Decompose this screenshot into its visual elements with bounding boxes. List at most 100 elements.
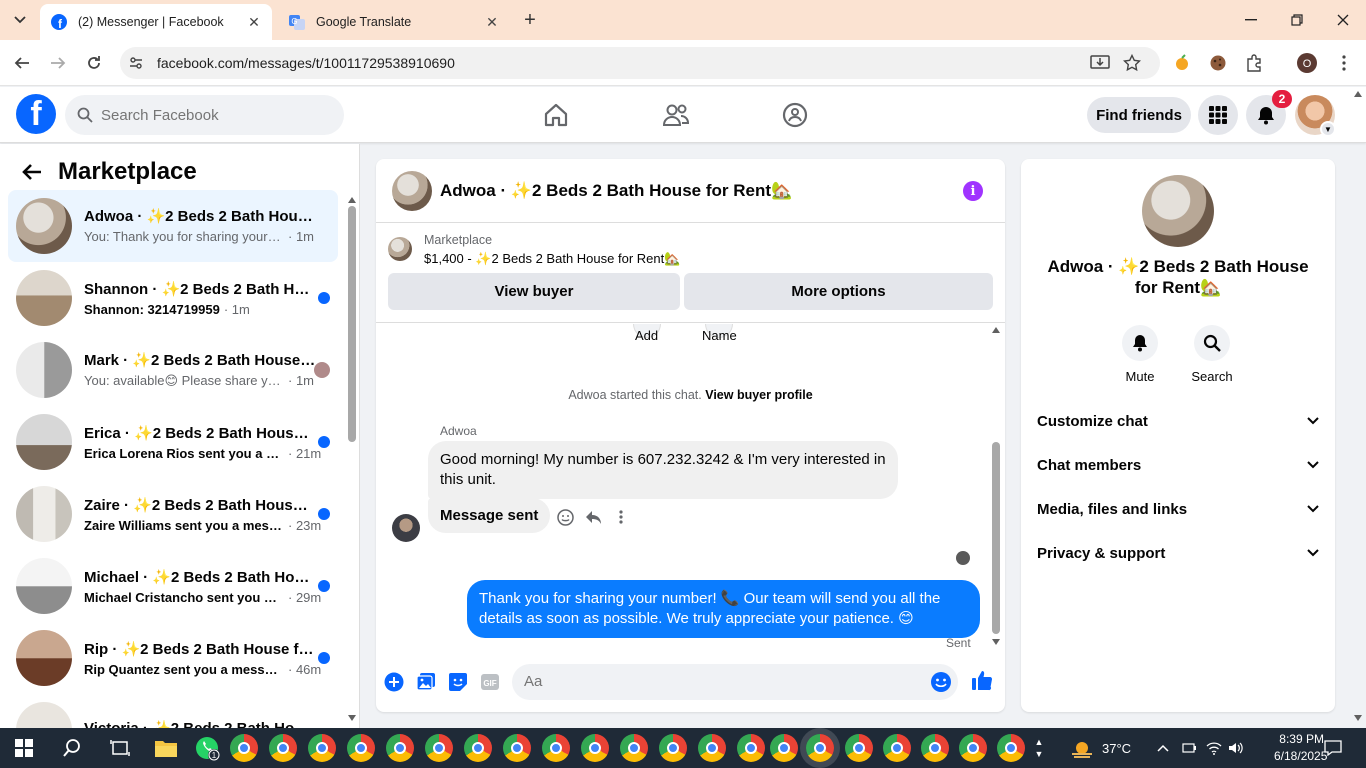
reply-icon[interactable] (584, 508, 602, 526)
extension-fruit-icon[interactable] (1170, 51, 1194, 75)
emoji-icon[interactable] (930, 671, 952, 693)
list-item[interactable]: Shannon · ✨2 Beds 2 Bath House for Rent🏡… (8, 262, 338, 334)
facebook-search[interactable] (65, 95, 344, 135)
list-item[interactable]: Adwoa · ✨2 Beds 2 Bath House for Rent🏡 Y… (8, 190, 338, 262)
customize-chat-section[interactable]: Customize chat (1037, 401, 1319, 441)
wifi-icon[interactable] (1206, 728, 1222, 768)
list-item[interactable]: Rip · ✨2 Beds 2 Bath House for Rent🏡 Rip… (8, 622, 338, 694)
address-bar[interactable]: facebook.com/messages/t/1001172953891069… (120, 47, 1160, 79)
thumbs-up-icon[interactable] (971, 669, 993, 691)
find-friends-button[interactable]: Find friends (1087, 97, 1191, 133)
chrome-profile-icon[interactable] (464, 734, 492, 762)
new-tab-button[interactable]: + (518, 8, 542, 32)
info-icon[interactable]: i (963, 181, 983, 201)
outgoing-message[interactable]: Thank you for sharing your number! 📞 Our… (467, 580, 980, 638)
extension-cookie-icon[interactable] (1206, 51, 1230, 75)
chrome-profile-icon[interactable] (883, 734, 911, 762)
scrollbar-thumb[interactable] (348, 206, 356, 442)
taskbar-search-icon[interactable] (58, 734, 86, 762)
message-input[interactable] (524, 673, 904, 690)
show-hidden-icons-chevron-icon[interactable] (1157, 728, 1169, 768)
chrome-profile-icon[interactable] (770, 734, 798, 762)
chat-members-section[interactable]: Chat members (1037, 445, 1319, 485)
chrome-profile-icon[interactable] (921, 734, 949, 762)
chrome-active-icon[interactable] (806, 734, 834, 762)
search-button[interactable]: Search (1182, 325, 1242, 384)
chrome-profile-icon[interactable] (542, 734, 570, 762)
close-window-icon[interactable] (1320, 0, 1366, 40)
privacy-support-section[interactable]: Privacy & support (1037, 533, 1319, 573)
chrome-profile-icon[interactable] (659, 734, 687, 762)
battery-icon[interactable] (1182, 728, 1196, 768)
tab-search-dropdown[interactable] (8, 8, 32, 32)
list-item[interactable]: Erica · ✨2 Beds 2 Bath House for Rent🏡 E… (8, 406, 338, 478)
plus-icon[interactable] (383, 671, 405, 693)
extensions-puzzle-icon[interactable] (1242, 51, 1266, 75)
back-icon[interactable] (9, 50, 35, 76)
chat-scrollbar[interactable] (990, 324, 1002, 654)
conversation-scrollbar[interactable] (346, 196, 356, 722)
install-app-icon[interactable] (1088, 51, 1112, 75)
avatar[interactable] (392, 514, 420, 542)
chrome-profile-icon[interactable] (737, 734, 765, 762)
list-item[interactable]: Zaire · ✨2 Beds 2 Bath House for Rent🏡 Z… (8, 478, 338, 550)
chrome-profile-icon[interactable] (386, 734, 414, 762)
browser-profile-icon[interactable]: O (1295, 51, 1319, 75)
chat-title[interactable]: Adwoa · ✨2 Beds 2 Bath House for Rent🏡 (440, 181, 792, 201)
list-item[interactable]: Michael · ✨2 Beds 2 Bath House for Rent🏡… (8, 550, 338, 622)
avatar[interactable] (1142, 175, 1214, 247)
windows-start-icon[interactable] (10, 734, 38, 762)
friends-icon[interactable] (660, 99, 692, 131)
task-view-icon[interactable] (106, 734, 134, 762)
home-icon[interactable] (540, 99, 572, 131)
chrome-profile-icon[interactable] (581, 734, 609, 762)
reload-icon[interactable] (81, 50, 107, 76)
incoming-message[interactable]: Good morning! My number is 607.232.3242 … (428, 441, 898, 499)
list-item[interactable]: Mark · ✨2 Beds 2 Bath House for Rent🏡 Yo… (8, 334, 338, 406)
view-buyer-button[interactable]: View buyer (388, 273, 680, 310)
mute-button[interactable]: Mute (1110, 325, 1170, 384)
view-buyer-profile-link[interactable]: View buyer profile (705, 388, 812, 402)
chrome-profile-icon[interactable] (997, 734, 1025, 762)
chrome-profile-icon[interactable] (959, 734, 987, 762)
bookmark-star-icon[interactable] (1120, 51, 1144, 75)
search-input[interactable] (101, 106, 321, 124)
chevron-down-icon[interactable]: ▼ (1320, 121, 1336, 137)
more-vertical-icon[interactable] (612, 508, 630, 526)
volume-icon[interactable] (1228, 728, 1244, 768)
groups-icon[interactable] (779, 99, 811, 131)
chrome-profile-icon[interactable] (845, 734, 873, 762)
minimize-icon[interactable] (1228, 0, 1274, 40)
tab-google-translate[interactable]: G Google Translate ✕ (278, 4, 510, 40)
notification-center-icon[interactable] (1324, 728, 1342, 768)
restore-icon[interactable] (1274, 0, 1320, 40)
site-info-icon[interactable] (126, 53, 146, 73)
close-tab-icon[interactable]: ✕ (246, 14, 262, 30)
sticker-icon[interactable] (447, 671, 469, 693)
system-clock[interactable]: 8:39 PM 6/18/2025 (1274, 731, 1327, 765)
avatar[interactable] (392, 170, 432, 211)
tab-messenger[interactable]: f (2) Messenger | Facebook ✕ (40, 4, 272, 40)
chrome-profile-icon[interactable] (347, 734, 375, 762)
react-smiley-icon[interactable] (556, 508, 574, 526)
chrome-profile-icon[interactable] (308, 734, 336, 762)
back-arrow-icon[interactable] (20, 160, 44, 184)
whatsapp-icon[interactable]: 1 (193, 734, 221, 762)
weather-widget[interactable]: 37°C (1070, 728, 1131, 768)
taskbar-scroll-arrows-icon[interactable]: ▲ ▼ (1030, 734, 1048, 762)
page-scrollbar[interactable] (1352, 90, 1364, 726)
listing-title[interactable]: $1,400 - ✨2 Beds 2 Bath House for Rent🏡 (424, 251, 680, 267)
media-files-links-section[interactable]: Media, files and links (1037, 489, 1319, 529)
chrome-profile-icon[interactable] (698, 734, 726, 762)
gif-icon[interactable]: GIF (479, 671, 501, 693)
menu-grid-icon[interactable] (1198, 95, 1238, 135)
message-sent-bubble[interactable]: Message sent (428, 498, 551, 533)
chrome-profile-icon[interactable] (503, 734, 531, 762)
chrome-profile-icon[interactable] (230, 734, 258, 762)
browser-menu-icon[interactable] (1332, 51, 1356, 75)
chrome-profile-icon[interactable] (269, 734, 297, 762)
close-tab-icon[interactable]: ✕ (484, 14, 500, 30)
file-explorer-icon[interactable] (152, 734, 180, 762)
more-options-button[interactable]: More options (684, 273, 993, 310)
chrome-profile-icon[interactable] (620, 734, 648, 762)
